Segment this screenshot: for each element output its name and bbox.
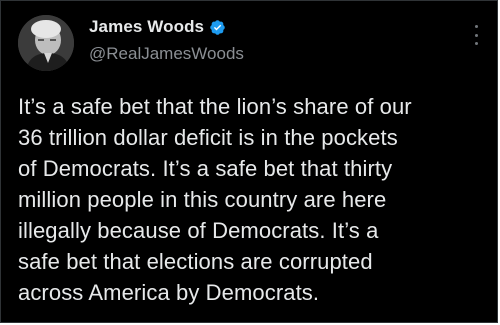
- more-dot: [474, 42, 478, 45]
- more-options-icon[interactable]: [473, 25, 479, 45]
- more-dot: [474, 25, 478, 28]
- author-name-row: James Woods: [89, 17, 226, 37]
- tweet-text: It’s a safe bet that the lion’s share of…: [18, 94, 412, 305]
- tweet-card: James Woods @RealJamesWoods It’s a safe …: [0, 0, 498, 323]
- more-dot: [474, 33, 478, 37]
- author-handle[interactable]: @RealJamesWoods: [89, 44, 244, 64]
- avatar[interactable]: [18, 15, 74, 71]
- verified-badge-icon: [209, 19, 226, 36]
- avatar-portrait-image: [18, 15, 74, 71]
- author-name[interactable]: James Woods: [89, 17, 204, 37]
